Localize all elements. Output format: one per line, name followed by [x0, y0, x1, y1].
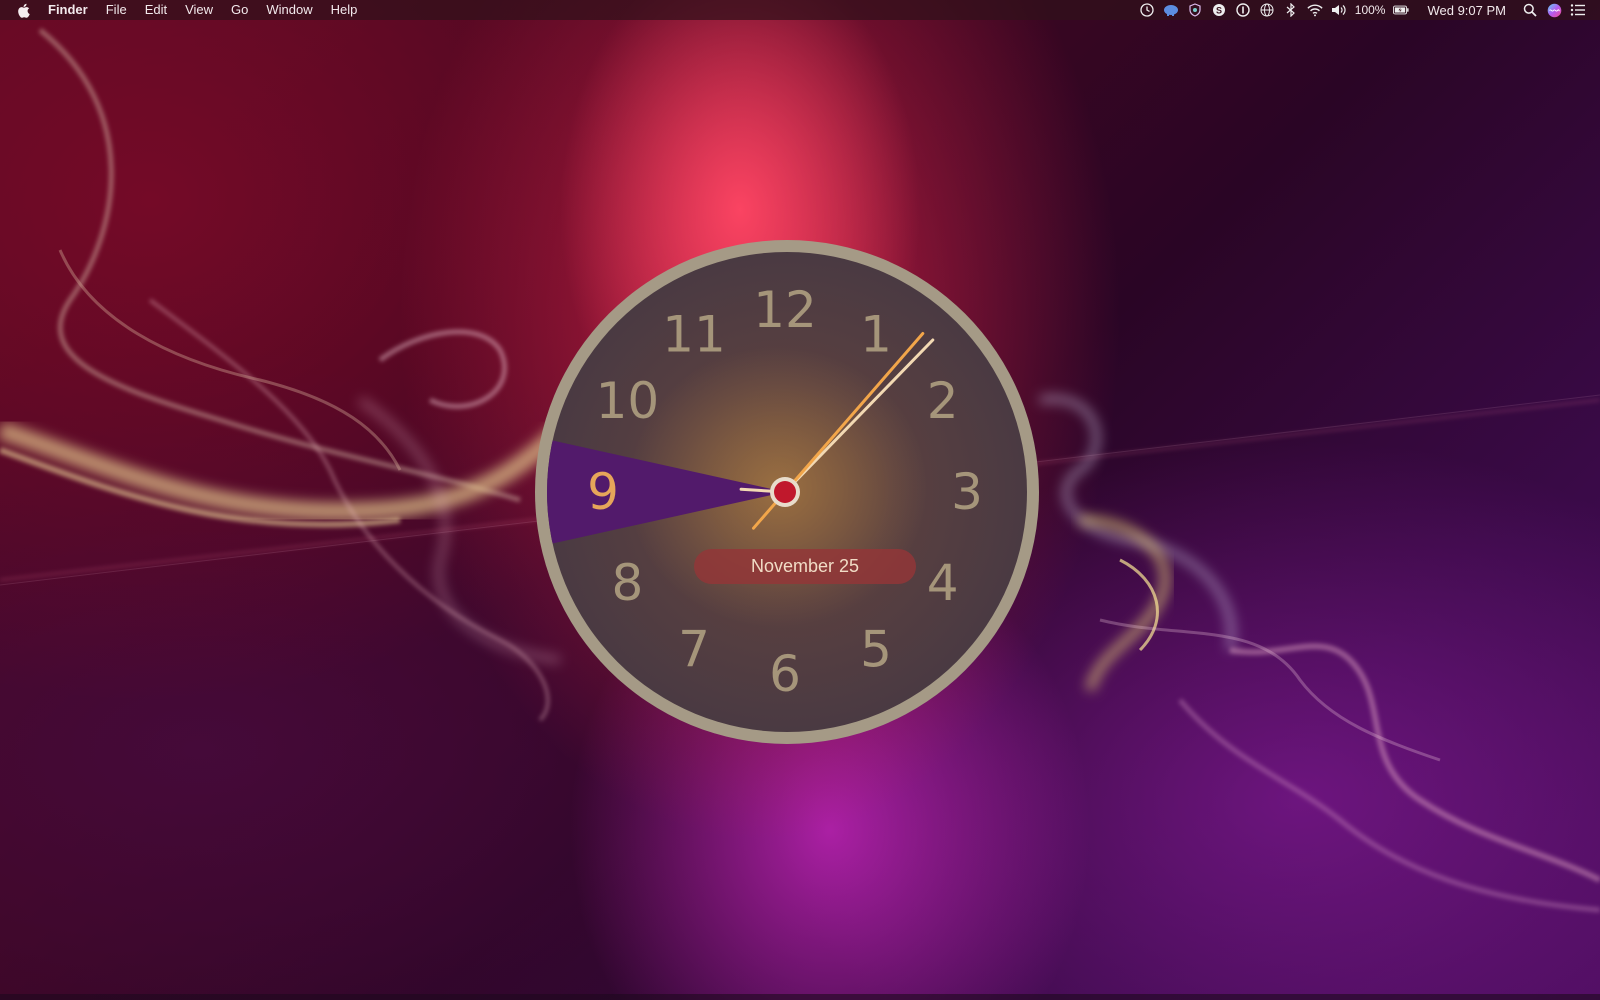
menu-help[interactable]: Help	[322, 0, 367, 20]
spotlight-search-icon[interactable]	[1522, 2, 1538, 18]
menu-view[interactable]: View	[176, 0, 222, 20]
menu-window[interactable]: Window	[257, 0, 321, 20]
clock-number-10: 10	[596, 372, 660, 430]
menu-bar: Finder File Edit View Go Window Help S 1…	[0, 0, 1600, 20]
clock-number-9: 9	[587, 463, 619, 521]
menu-go[interactable]: Go	[222, 0, 257, 20]
bluetooth-icon[interactable]	[1283, 2, 1299, 18]
analog-clock-widget[interactable]: 12 1 2 3 4 5 6 7 8 9 10 11 November 25	[532, 237, 1042, 747]
clock-number-4: 4	[927, 554, 959, 612]
menu-app-finder[interactable]: Finder	[48, 0, 97, 20]
shield-icon[interactable]	[1187, 2, 1203, 18]
dock-edge	[0, 994, 1600, 1000]
globe-icon[interactable]	[1259, 2, 1275, 18]
wifi-icon[interactable]	[1307, 2, 1323, 18]
clock-number-5: 5	[860, 621, 892, 679]
menu-file[interactable]: File	[97, 0, 136, 20]
cloud-sync-icon[interactable]	[1163, 2, 1179, 18]
clock-number-1: 1	[860, 305, 892, 363]
clock-number-6: 6	[769, 645, 801, 703]
siri-icon[interactable]	[1546, 2, 1562, 18]
clock-number-7: 7	[678, 621, 710, 679]
password-manager-icon[interactable]	[1235, 2, 1251, 18]
menu-bar-clock[interactable]: Wed 9:07 PM	[1427, 3, 1506, 18]
notification-center-icon[interactable]	[1570, 2, 1586, 18]
svg-text:S: S	[1216, 6, 1222, 16]
clock-face: 12 12 3 45 6 78 9 1011	[535, 240, 1039, 744]
clock-number-3: 3	[951, 463, 983, 521]
desktop: Finder File Edit View Go Window Help S 1…	[0, 0, 1600, 1000]
apple-menu-icon[interactable]	[16, 2, 30, 18]
skype-icon[interactable]: S	[1211, 2, 1227, 18]
clock-number-11: 11	[662, 305, 726, 363]
battery-percent[interactable]: 100%	[1355, 3, 1386, 17]
volume-icon[interactable]	[1331, 2, 1347, 18]
clock-number-2: 2	[927, 372, 959, 430]
menu-edit[interactable]: Edit	[136, 0, 176, 20]
clock-date-label: November 25	[694, 549, 916, 584]
clock-number-8: 8	[611, 554, 643, 612]
battery-charging-icon[interactable]	[1393, 2, 1410, 18]
clock-number-12: 12	[753, 281, 817, 339]
time-machine-icon[interactable]	[1139, 2, 1155, 18]
clock-hub	[774, 481, 796, 503]
